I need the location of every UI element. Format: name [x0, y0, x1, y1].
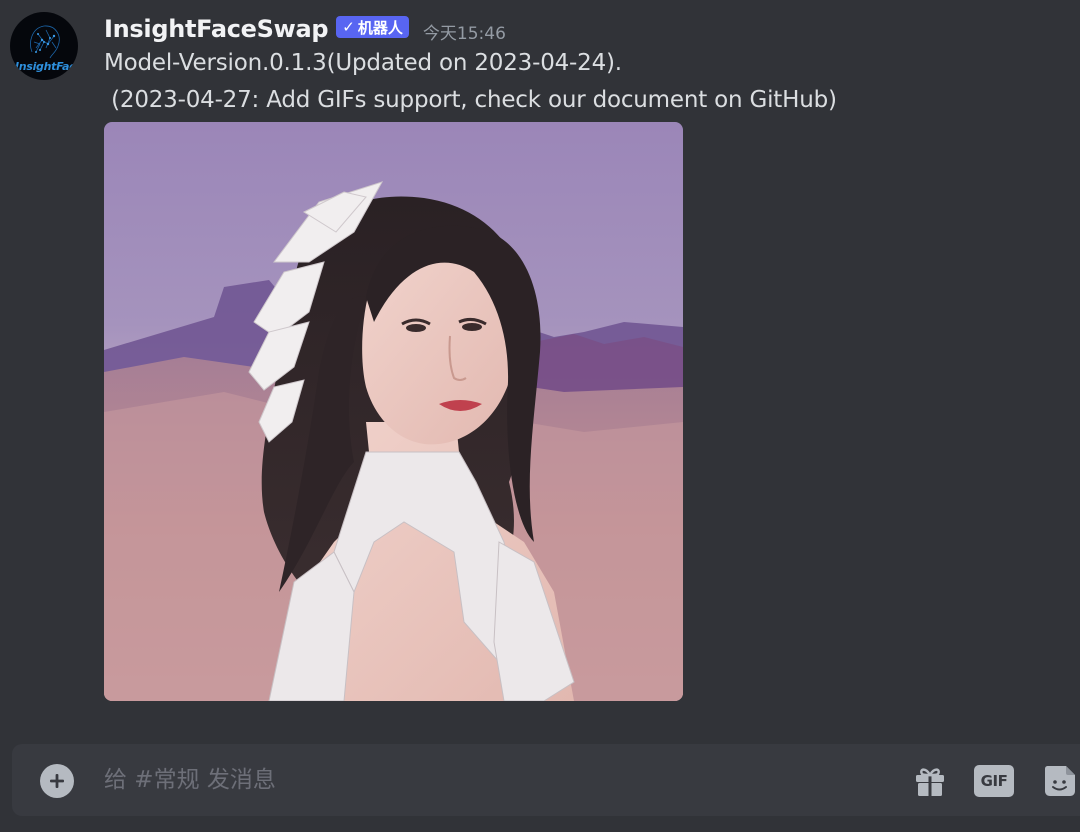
avatar-logo-text: InsightFace [15, 60, 78, 73]
sticker-button[interactable] [1040, 762, 1080, 800]
message-text-line: (2023-04-27: Add GIFs support, check our… [104, 87, 837, 113]
username[interactable]: InsightFaceSwap [104, 15, 329, 43]
gift-icon [916, 768, 944, 796]
avatar[interactable]: InsightFace [10, 12, 78, 80]
verified-check-icon: ✓ [342, 18, 355, 36]
plus-circle-icon[interactable] [40, 764, 74, 798]
chat-message: InsightFace InsightFaceSwap ✓ 机器人 今天15:4… [0, 0, 1080, 720]
message-text-line: Model-Version.0.1.3(Updated on 2023-04-2… [104, 50, 622, 76]
image-attachment[interactable] [104, 122, 683, 701]
portrait-image [104, 122, 683, 701]
sticker-icon [1045, 766, 1075, 796]
message-composer: GIF [12, 744, 1080, 816]
gif-button[interactable]: GIF [974, 762, 1014, 800]
timestamp[interactable]: 今天15:46 [423, 19, 506, 44]
message-input[interactable] [104, 758, 884, 802]
bot-badge-label: 机器人 [357, 18, 403, 37]
gif-label: GIF [974, 765, 1014, 797]
message-header: InsightFaceSwap ✓ 机器人 今天15:46 [104, 12, 506, 46]
bot-badge: ✓ 机器人 [336, 16, 409, 38]
gift-button[interactable] [910, 762, 950, 800]
